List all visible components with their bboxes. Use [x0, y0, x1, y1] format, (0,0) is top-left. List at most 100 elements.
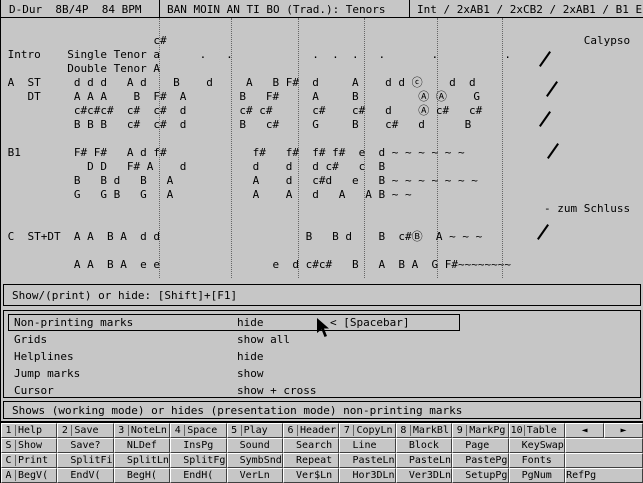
- fkey-search-button[interactable]: Search: [283, 438, 339, 453]
- fkey-begv-button[interactable]: ABegV(: [1, 468, 57, 483]
- fkey-line-button[interactable]: Line: [339, 438, 395, 453]
- fkey-prefix: 7: [340, 425, 354, 436]
- fkey-play-button[interactable]: 5Play: [227, 423, 283, 438]
- fkey-splitln-button[interactable]: SplitLn: [114, 453, 170, 468]
- fkey-sound-button[interactable]: Sound: [227, 438, 283, 453]
- fkey-prefix: A: [2, 470, 16, 481]
- fkey-row: 1Help2Save3NoteLn4Space5Play6Header7Copy…: [1, 423, 643, 438]
- hint-panel: Show/(print) or hide: [Shift]+[F1]: [3, 284, 641, 306]
- setting-value: show: [237, 366, 264, 381]
- fkey-splitfg-button[interactable]: SplitFg: [170, 453, 226, 468]
- fkey-pastepg-button[interactable]: PastePg: [452, 453, 508, 468]
- fkey-label: MarkPg: [469, 425, 505, 436]
- score-text: c# Calypso Intro Single Tenor a . . . . …: [1, 20, 630, 272]
- fkey-block-button[interactable]: Block: [396, 438, 452, 453]
- fkey-prefix: 1: [2, 425, 16, 436]
- fkey-label: Ver$Ln: [296, 470, 332, 481]
- fkey-pgnum-button[interactable]: PgNum: [509, 468, 565, 483]
- fkey-keyswap-button[interactable]: KeySwap: [509, 438, 565, 453]
- fkey-label: Header: [300, 425, 336, 436]
- fkey-hor3dln-button[interactable]: Hor3DLn: [339, 468, 395, 483]
- fkey-label: RefPg: [566, 470, 596, 481]
- fkey-setuppg-button[interactable]: SetupPg: [452, 468, 508, 483]
- fkey-markbl-button[interactable]: 8MarkBl: [396, 423, 452, 438]
- fkey-endv-button[interactable]: EndV(: [57, 468, 113, 483]
- setting-label: Non-printing marks: [14, 315, 133, 330]
- header-divider: [159, 0, 160, 17]
- fkey-pasteln-button[interactable]: PasteLn: [339, 453, 395, 468]
- fkey-copyln-button[interactable]: 7CopyLn: [339, 423, 395, 438]
- fkey-label: Hor3DLn: [352, 470, 394, 481]
- fkey-prefix: 2: [58, 425, 72, 436]
- setting-value: show + cross: [237, 383, 316, 398]
- fkey-header-button[interactable]: 6Header: [283, 423, 339, 438]
- fkey-prefix: 8: [397, 425, 411, 436]
- header-form-structure: Int / 2xAB1 / 2xCB2 / 2xAB1 / B1 End: [417, 3, 643, 16]
- fkey-repeat-button[interactable]: Repeat: [283, 453, 339, 468]
- fkey-help-button[interactable]: 1Help: [1, 423, 57, 438]
- fkey-label: PasteLn: [409, 455, 451, 466]
- setting-label: Helplines: [14, 349, 74, 364]
- fkey-refpg-button[interactable]: RefPg: [565, 468, 643, 483]
- function-key-table: 1Help2Save3NoteLn4Space5Play6Header7Copy…: [1, 423, 643, 483]
- fkey-splitfi-button[interactable]: SplitFi: [57, 453, 113, 468]
- fkey-prefix: 3: [115, 425, 129, 436]
- setting-row-jump-marks[interactable]: Jump marks show: [4, 365, 640, 382]
- fkey-label: ►: [620, 425, 626, 436]
- fkey-page-button[interactable]: Page: [452, 438, 508, 453]
- fkey-label: Save?: [70, 440, 100, 451]
- fkey-noteln-button[interactable]: 3NoteLn: [114, 423, 170, 438]
- app-window: D-Dur 8B/4P 84 BPM BAN MOIN AN TI BO (Tr…: [0, 0, 643, 483]
- fkey-label: ◄: [582, 425, 588, 436]
- fkey-label: Fonts: [522, 455, 552, 466]
- fkey-label: Search: [296, 440, 332, 451]
- fkey-label: NoteLn: [131, 425, 167, 436]
- setting-row-helplines[interactable]: Helplines hide: [4, 348, 640, 365]
- fkey-table-button[interactable]: 10Table: [509, 423, 565, 438]
- page-left-button[interactable]: ◄: [565, 423, 604, 438]
- hint-text: Show/(print) or hide: [Shift]+[F1]: [12, 289, 237, 302]
- fkey-label: VerLn: [240, 470, 270, 481]
- fkey-label: Save: [74, 425, 98, 436]
- fkey-label: Play: [244, 425, 268, 436]
- setting-label: Jump marks: [14, 366, 80, 381]
- fkey-label: BegH(: [127, 470, 157, 481]
- setting-key-hint: < [Spacebar]: [330, 315, 409, 330]
- fkey-label: SplitFi: [70, 455, 112, 466]
- fkey-label: Table: [527, 425, 557, 436]
- fkey-show-button[interactable]: SShow: [1, 438, 57, 453]
- page-right-button[interactable]: ►: [604, 423, 643, 438]
- fkey-label: Block: [409, 440, 439, 451]
- fkey-label: PastePg: [465, 455, 507, 466]
- fkey-label: MarkBl: [413, 425, 449, 436]
- fkey-label: Page: [465, 440, 489, 451]
- setting-row-non-printing-marks[interactable]: Non-printing markshide< [Spacebar]: [8, 314, 460, 331]
- fkey-space-button[interactable]: 4Space: [170, 423, 226, 438]
- fkey-label: Help: [18, 425, 42, 436]
- fkey-save-button[interactable]: Save?: [57, 438, 113, 453]
- fkey-pasteln-button[interactable]: PasteLn: [396, 453, 452, 468]
- fkey-prefix: 10: [510, 425, 525, 436]
- fkey-nldef-button[interactable]: NLDef: [114, 438, 170, 453]
- fkey-empty-cell: [565, 438, 643, 453]
- setting-value: hide: [237, 349, 264, 364]
- status-bar: Shows (working mode) or hides (presentat…: [3, 401, 641, 419]
- fkey-symbsnd-button[interactable]: SymbSnd: [227, 453, 283, 468]
- score-area[interactable]: c# Calypso Intro Single Tenor a . . . . …: [1, 18, 643, 281]
- fkey-inspg-button[interactable]: InsPg: [170, 438, 226, 453]
- fkey-prefix: C: [2, 455, 16, 466]
- fkey-endh-button[interactable]: EndH(: [170, 468, 226, 483]
- fkey-prefix: 6: [284, 425, 298, 436]
- fkey-begh-button[interactable]: BegH(: [114, 468, 170, 483]
- fkey-verln-button[interactable]: Ver$Ln: [283, 468, 339, 483]
- fkey-fonts-button[interactable]: Fonts: [509, 453, 565, 468]
- header-key-tempo: D-Dur 8B/4P 84 BPM: [9, 3, 141, 16]
- header-song-title: BAN MOIN AN TI BO (Trad.): Tenors: [167, 3, 386, 16]
- fkey-save-button[interactable]: 2Save: [57, 423, 113, 438]
- fkey-ver3dln-button[interactable]: Ver3DLn: [396, 468, 452, 483]
- fkey-print-button[interactable]: CPrint: [1, 453, 57, 468]
- fkey-verln-button[interactable]: VerLn: [227, 468, 283, 483]
- setting-row-cursor[interactable]: Cursor show + cross: [4, 382, 640, 399]
- setting-label: Cursor: [14, 383, 54, 398]
- fkey-markpg-button[interactable]: 9MarkPg: [452, 423, 508, 438]
